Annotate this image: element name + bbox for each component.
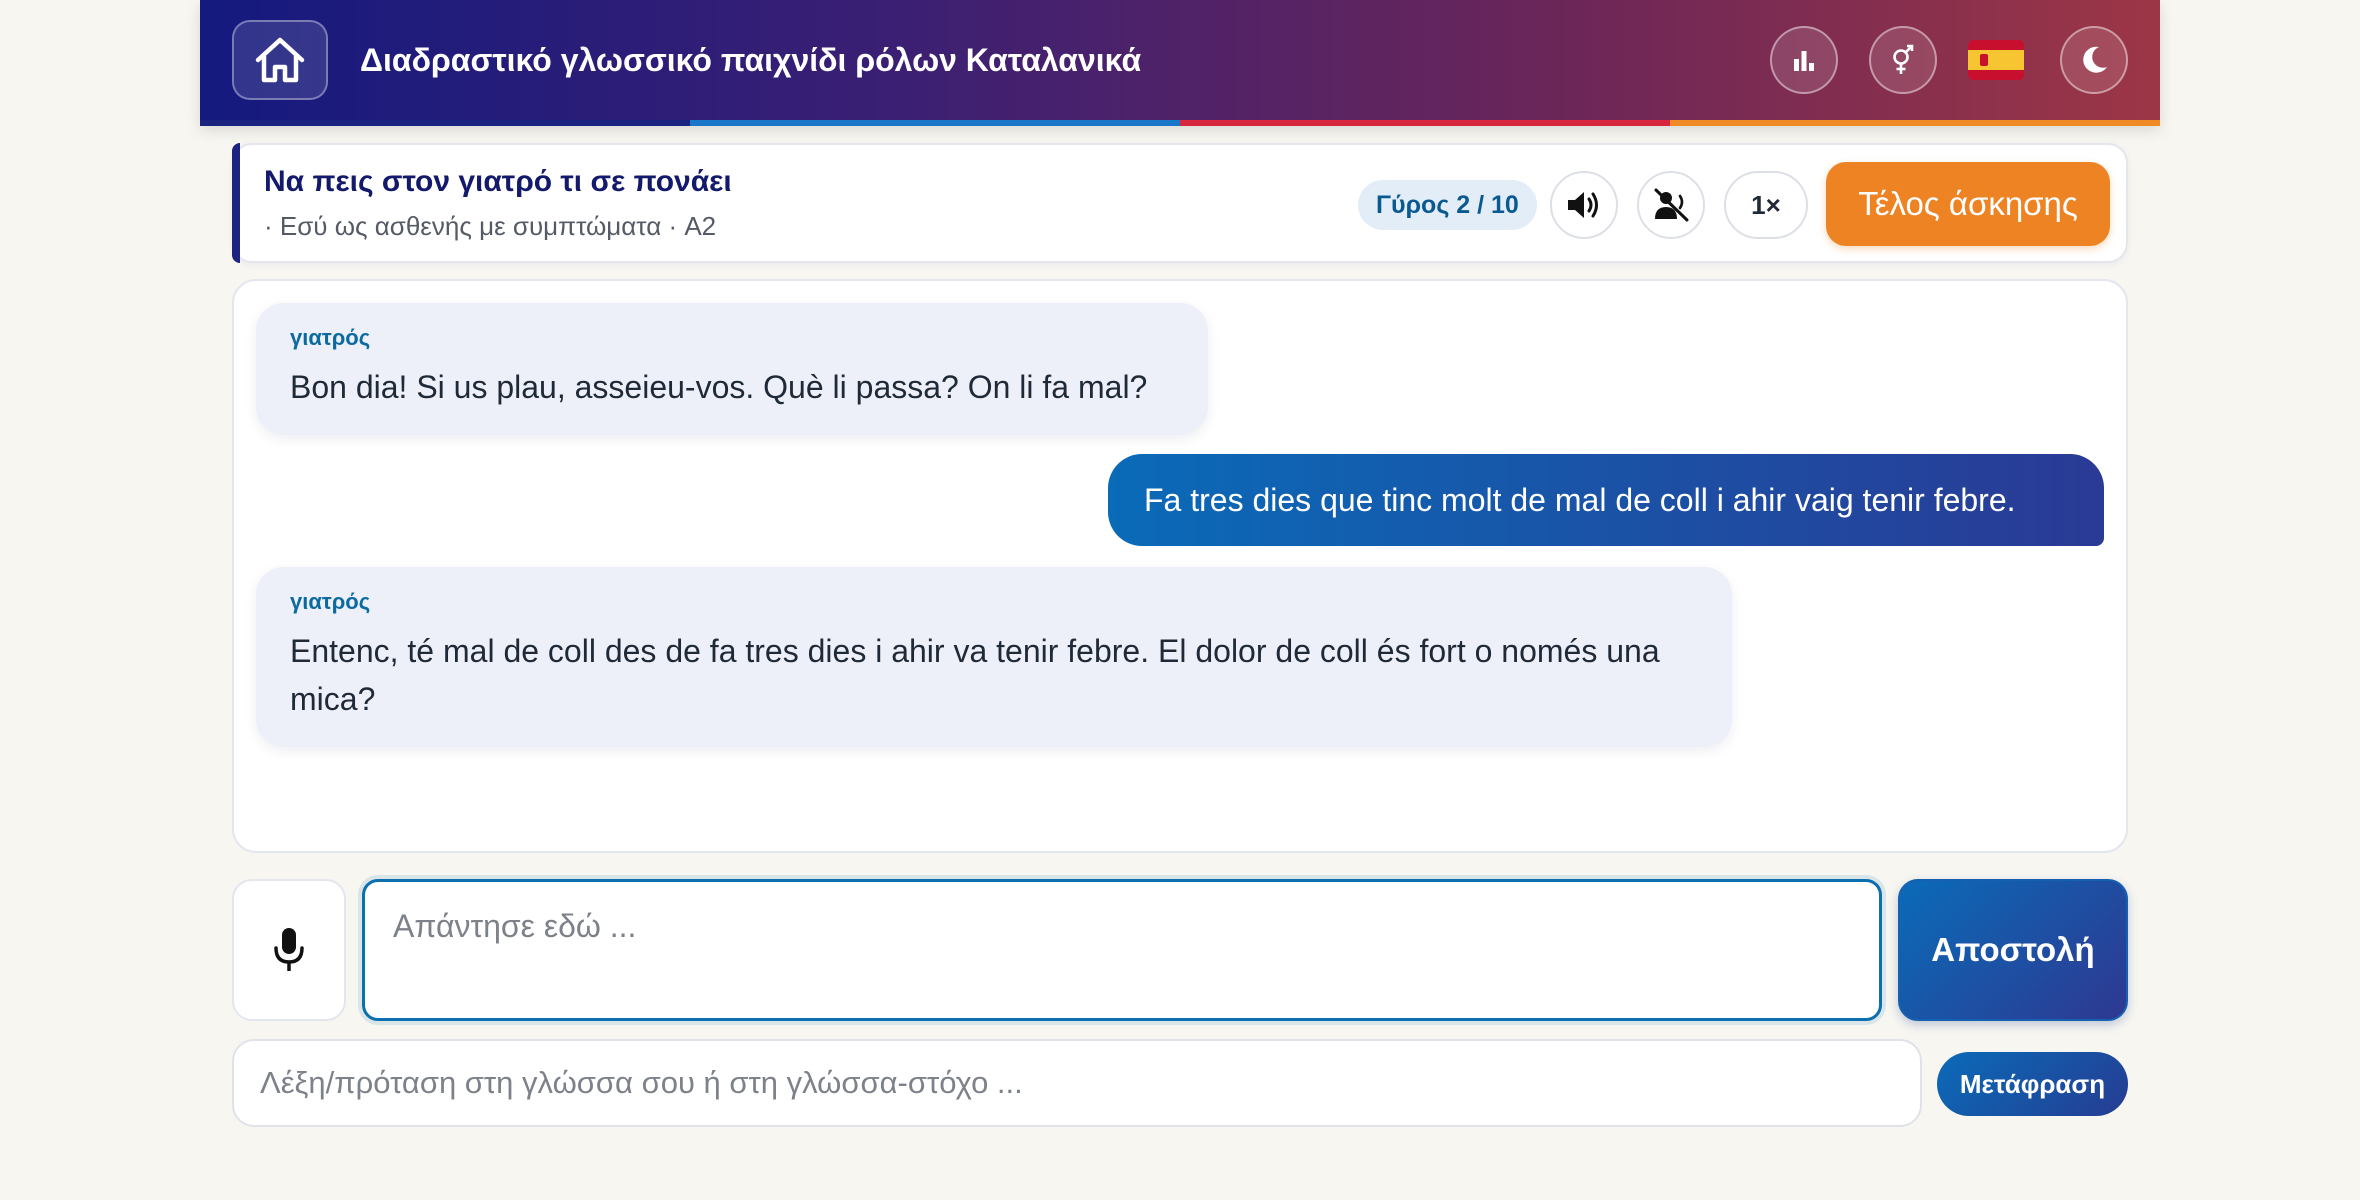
bot-message: γιατρός Entenc, té mal de coll des de fa…: [256, 567, 1732, 747]
stats-button[interactable]: [1770, 26, 1838, 94]
playback-speed-button[interactable]: 1×: [1724, 171, 1808, 239]
reply-input[interactable]: [362, 879, 1882, 1021]
speaker-icon: [1568, 192, 1598, 218]
round-counter-badge: Γύρος 2 / 10: [1358, 180, 1537, 230]
scenario-accent: [232, 143, 240, 263]
message-text: Bon dia! Si us plau, asseieu-vos. Què li…: [290, 369, 1148, 405]
speaker-button[interactable]: [1550, 171, 1618, 239]
scenario-bar: Να πεις στον γιατρό τι σε πονάει · Εσύ ω…: [232, 143, 2128, 263]
moon-icon: [2083, 46, 2107, 73]
scenario-subtitle: · Εσύ ως ασθενής με συμπτώματα · A2: [264, 211, 717, 241]
gender-button[interactable]: [1869, 26, 1937, 94]
language-flag-button[interactable]: [1966, 30, 2026, 90]
message-speaker: γιατρός: [290, 589, 371, 614]
home-icon: [255, 37, 305, 83]
chat-panel: γιατρός Bon dia! Si us plau, asseieu-vos…: [232, 279, 2128, 853]
header-stripe: [200, 120, 2160, 126]
translate-button[interactable]: Μετάφραση: [1937, 1052, 2128, 1116]
microphone-button[interactable]: [232, 879, 346, 1021]
bar-chart-icon: [1794, 51, 1814, 71]
message-speaker: γιατρός: [290, 325, 371, 350]
end-exercise-button[interactable]: Τέλος άσκησης: [1826, 162, 2110, 246]
spain-flag-icon: [1968, 40, 2024, 80]
translate-input[interactable]: [232, 1039, 1922, 1127]
app-header: Διαδραστικό γλωσσικό παιχνίδι ρόλων Κατα…: [200, 0, 2160, 126]
app-title: Διαδραστικό γλωσσικό παιχνίδι ρόλων Κατα…: [360, 42, 1142, 78]
theme-toggle-button[interactable]: [2060, 26, 2128, 94]
voice-off-button[interactable]: [1637, 171, 1705, 239]
voice-off-icon: [1654, 188, 1689, 222]
message-text: Entenc, té mal de coll des de fa tres di…: [290, 633, 1660, 717]
user-message: Fa tres dies que tinc molt de mal de col…: [1108, 454, 2104, 546]
scenario-title: Να πεις στον γιατρό τι σε πονάει: [264, 165, 732, 198]
gender-icon: [1893, 44, 1914, 74]
microphone-icon: [274, 928, 304, 971]
home-button[interactable]: [232, 20, 328, 100]
bot-message: γιατρός Bon dia! Si us plau, asseieu-vos…: [256, 303, 1208, 435]
send-button[interactable]: Αποστολή: [1898, 879, 2128, 1021]
